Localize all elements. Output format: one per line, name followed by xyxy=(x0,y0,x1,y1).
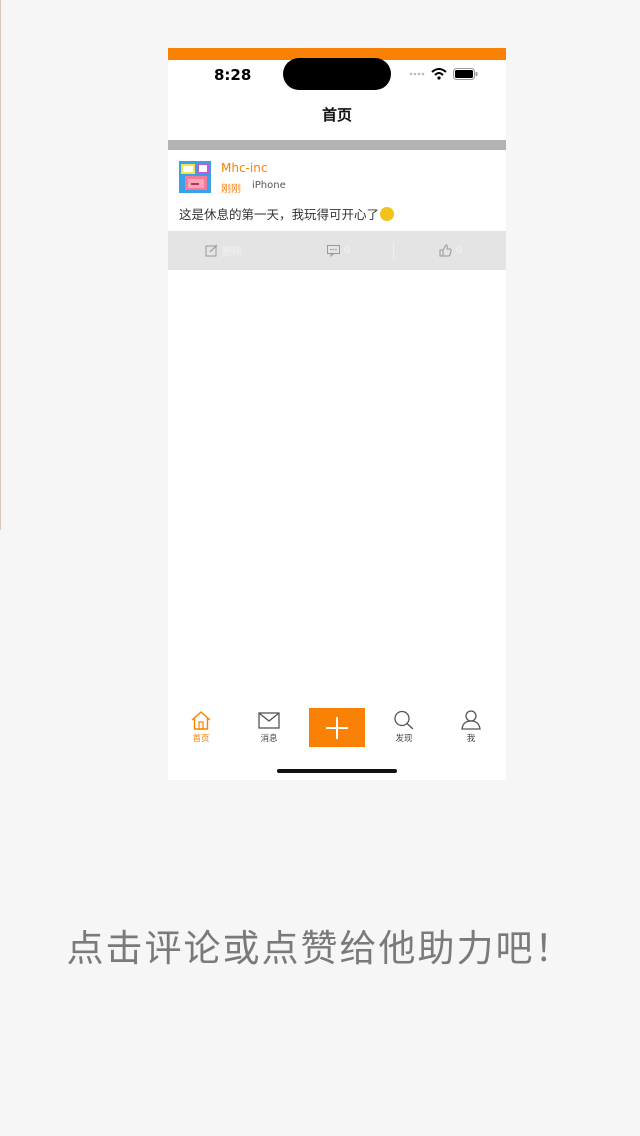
tab-messages-label: 消息 xyxy=(260,734,278,744)
envelope-icon xyxy=(258,712,280,729)
post-source: iPhone xyxy=(252,180,286,191)
status-icons xyxy=(409,68,478,80)
edit-icon xyxy=(205,244,218,257)
status-time: 8:28 xyxy=(214,66,252,84)
delete-label: 删除 xyxy=(222,247,242,258)
delete-button[interactable]: 删除 xyxy=(205,231,242,270)
post-text-content: 这是休息的第一天，我玩得可开心了 xyxy=(179,207,380,222)
comment-count: 0 xyxy=(344,245,351,256)
like-button[interactable]: 0 xyxy=(439,231,462,270)
promo-caption: 点击评论或点赞给他助力吧！ xyxy=(66,927,574,970)
smile-emoji-icon xyxy=(380,207,395,221)
page-title: 首页 xyxy=(321,106,352,124)
like-count: 0 xyxy=(456,245,463,256)
avatar[interactable] xyxy=(179,161,211,193)
left-edge-line xyxy=(0,0,1,530)
post-action-bar: 删除 0 0 xyxy=(168,231,506,270)
dynamic-island xyxy=(283,58,391,90)
post-time: 刚刚 xyxy=(221,184,241,195)
tab-discover[interactable]: 发现 xyxy=(379,710,429,744)
status-bar: 8:28 xyxy=(168,58,506,94)
post-username[interactable]: Mhc-inc xyxy=(221,161,267,175)
wifi-icon xyxy=(431,68,447,80)
home-icon xyxy=(191,711,211,730)
comment-button[interactable]: 0 xyxy=(327,231,350,270)
comment-icon xyxy=(327,244,340,257)
search-icon xyxy=(394,710,414,730)
tab-discover-label: 发现 xyxy=(395,734,413,744)
post-text: 这是休息的第一天，我玩得可开心了 xyxy=(179,204,395,223)
profile-icon xyxy=(461,710,481,730)
tab-me-label: 我 xyxy=(466,734,476,744)
tab-me[interactable]: 我 xyxy=(446,710,496,744)
tab-home[interactable]: 首页 xyxy=(176,710,226,744)
action-divider xyxy=(393,242,394,259)
battery-icon xyxy=(453,68,478,80)
home-indicator xyxy=(277,769,397,773)
cellular-icon xyxy=(409,72,425,76)
plus-icon xyxy=(326,716,348,739)
compose-button[interactable] xyxy=(309,708,365,747)
tab-messages[interactable]: 消息 xyxy=(244,710,294,744)
header-separator xyxy=(168,140,506,150)
thumbs-up-icon xyxy=(439,244,452,257)
tab-home-label: 首页 xyxy=(192,734,210,744)
phone-screen: 8:28 首页 Mhc-inc 刚刚 iPhone 这是休息的第一天，我玩得可开… xyxy=(168,48,506,780)
tab-bar: 首页 消息 发现 我 xyxy=(168,704,506,756)
